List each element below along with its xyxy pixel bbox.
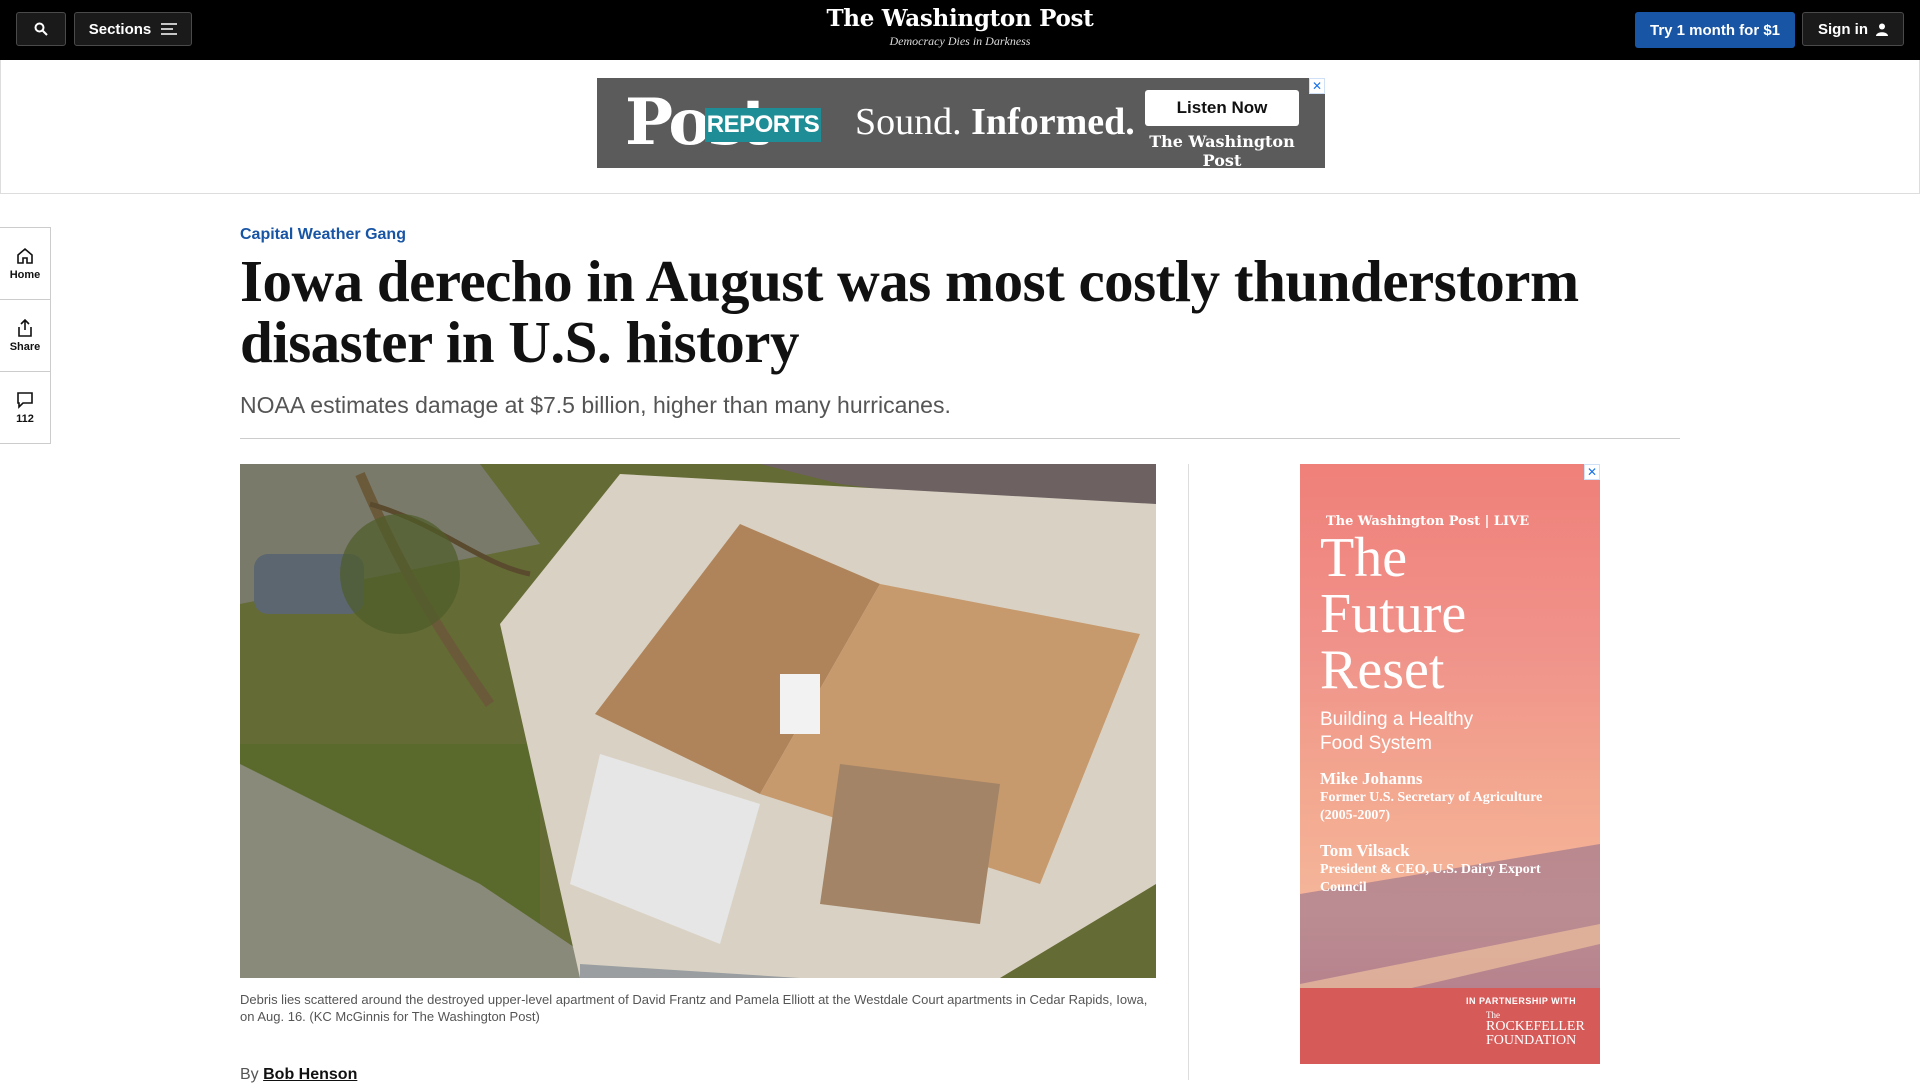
comment-icon bbox=[17, 391, 33, 409]
ad-close-icon[interactable]: ✕ bbox=[1309, 78, 1325, 94]
rail-comments[interactable]: 112 bbox=[0, 372, 50, 443]
ad-strip: Post REPORTS Sound. Informed. Listen Now… bbox=[0, 60, 1920, 194]
lead-photo[interactable] bbox=[240, 464, 1156, 978]
left-rail: Home Share 112 bbox=[0, 227, 51, 444]
rail-home[interactable]: Home bbox=[0, 228, 50, 300]
banner-ad[interactable]: Post REPORTS Sound. Informed. Listen Now… bbox=[597, 78, 1325, 168]
comment-count: 112 bbox=[16, 412, 34, 425]
rail-share[interactable]: Share bbox=[0, 300, 50, 372]
ad-slogan: Sound. Informed. bbox=[855, 101, 1135, 143]
search-icon bbox=[34, 22, 48, 36]
home-icon bbox=[17, 247, 33, 264]
divider bbox=[240, 438, 1680, 439]
ad-reports-label: REPORTS bbox=[705, 108, 821, 142]
ad-subtitle: Building a Healthy Food System bbox=[1320, 709, 1474, 754]
headline: Iowa derecho in August was most costly t… bbox=[240, 248, 1579, 375]
side-ad-close-icon[interactable]: ✕ bbox=[1584, 464, 1600, 480]
side-ad[interactable]: The Washington Post | LIVE The Future Re… bbox=[1300, 464, 1600, 1064]
rail-share-label: Share bbox=[9, 340, 41, 353]
column-divider bbox=[1188, 464, 1189, 1080]
masthead[interactable]: The Washington Post Democracy Dies in Da… bbox=[760, 6, 1160, 50]
ad-speaker-1: Mike Johanns Former U.S. Secretary of Ag… bbox=[1320, 769, 1543, 823]
search-button[interactable] bbox=[16, 12, 66, 46]
sign-in-label: Sign in bbox=[1818, 20, 1868, 38]
sections-label: Sections bbox=[88, 20, 152, 38]
byline-prefix: By bbox=[240, 1066, 259, 1083]
storm-damage-photo bbox=[240, 464, 1156, 978]
listen-now-button[interactable]: Listen Now bbox=[1145, 90, 1299, 126]
ad-title: The Future Reset bbox=[1320, 527, 1467, 701]
byline: By Bob Henson bbox=[240, 1066, 357, 1084]
menu-icon bbox=[161, 23, 178, 35]
author-link[interactable]: Bob Henson bbox=[263, 1066, 357, 1083]
ad-speaker-2: Tom Vilsack President & CEO, U.S. Dairy … bbox=[1320, 841, 1541, 895]
sections-button[interactable]: Sections bbox=[74, 12, 192, 46]
top-nav: Sections The Washington Post Democracy D… bbox=[0, 0, 1920, 60]
ad-sponsor-logo: The ROCKEFELLER FOUNDATION bbox=[1486, 1010, 1585, 1048]
tagline: Democracy Dies in Darkness bbox=[889, 34, 1031, 48]
ad-brand: The Washington Post bbox=[1149, 132, 1295, 168]
subheadline: NOAA estimates damage at $7.5 billion, h… bbox=[240, 392, 951, 418]
site-logo[interactable]: The Washington Post bbox=[760, 6, 1160, 32]
share-icon bbox=[18, 318, 32, 337]
sign-in-button[interactable]: Sign in bbox=[1802, 12, 1904, 46]
rail-home-label: Home bbox=[9, 268, 41, 281]
section-kicker[interactable]: Capital Weather Gang bbox=[240, 226, 406, 244]
ad-partner-label: IN PARTNERSHIP WITH bbox=[1466, 996, 1577, 1006]
photo-caption: Debris lies scattered around the destroy… bbox=[240, 992, 1148, 1024]
subscribe-button[interactable]: Try 1 month for $1 bbox=[1635, 12, 1795, 48]
user-icon bbox=[1876, 23, 1888, 36]
